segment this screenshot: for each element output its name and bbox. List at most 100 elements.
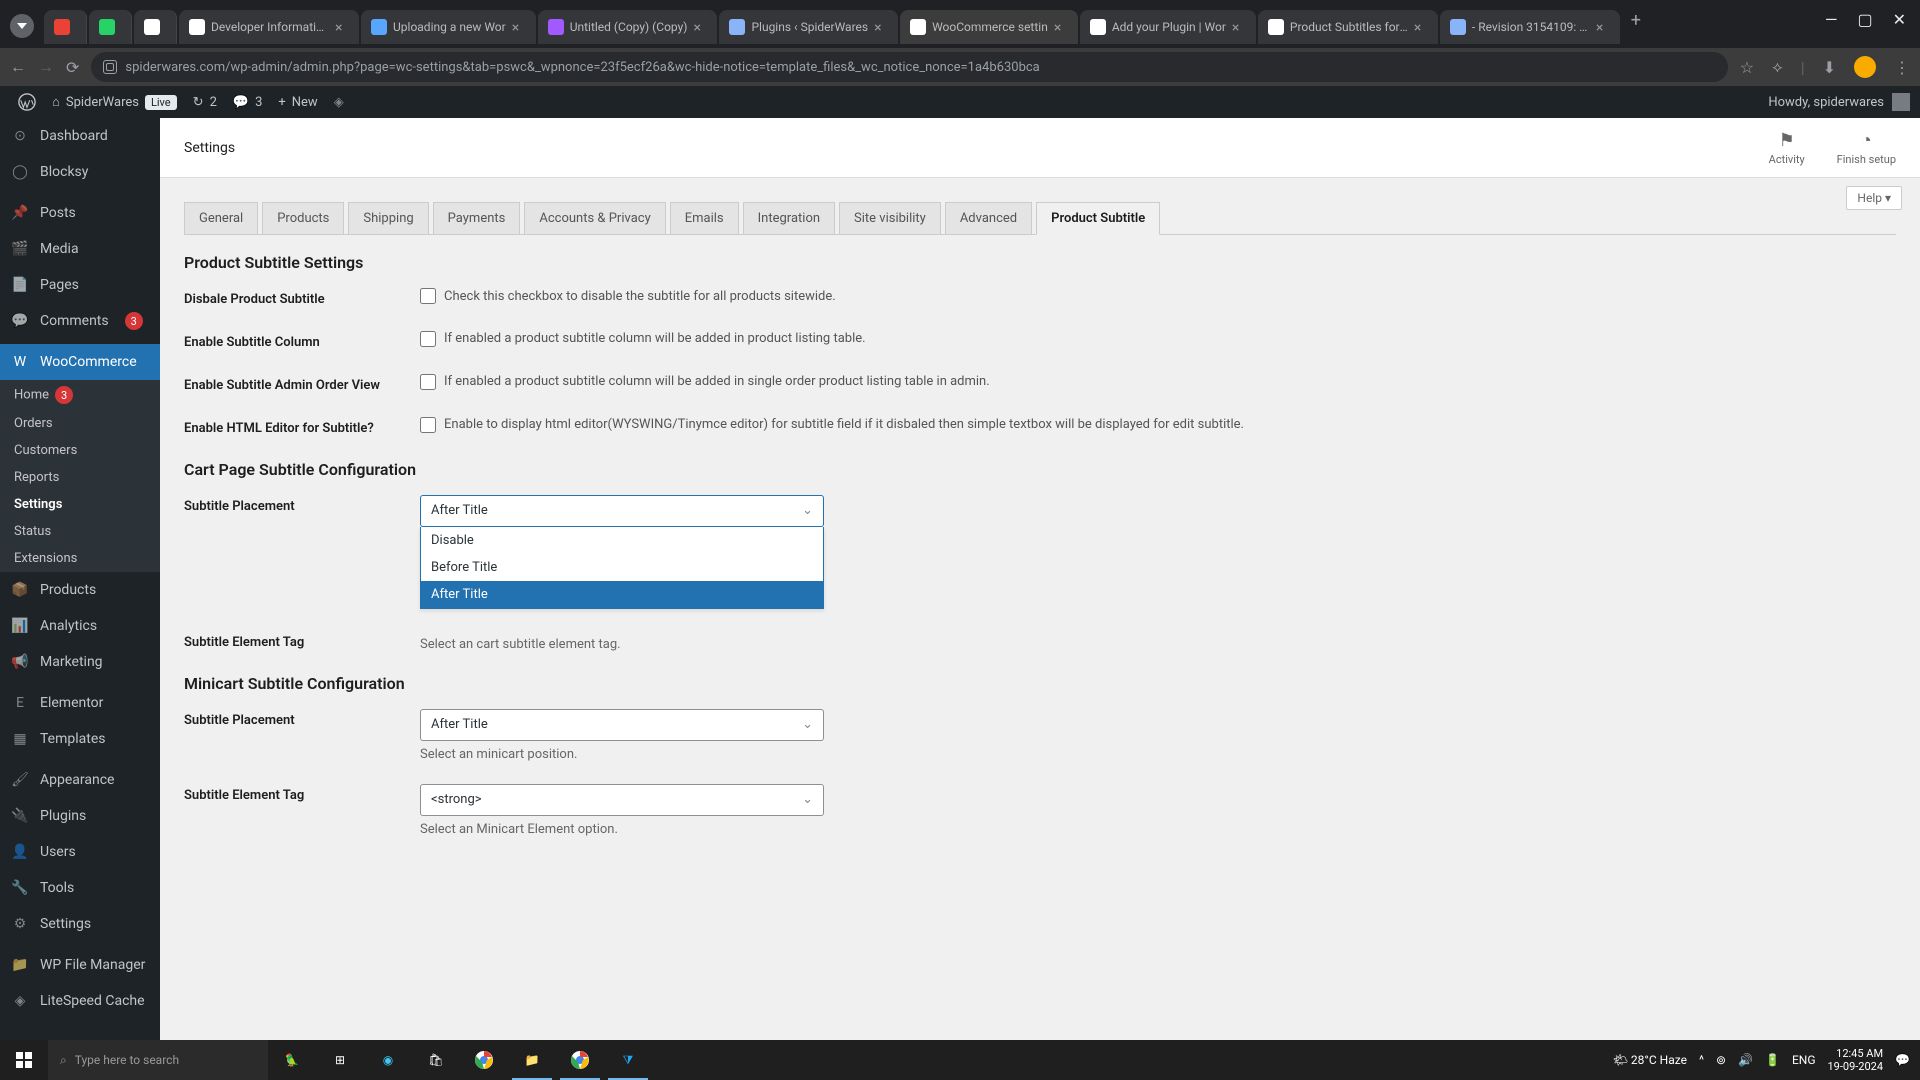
- task-view-icon[interactable]: ⊞: [316, 1040, 364, 1080]
- volume-icon[interactable]: 🔊: [1738, 1053, 1753, 1067]
- new-tab-button[interactable]: +: [1622, 10, 1650, 31]
- url-bar[interactable]: spiderwares.com/wp-admin/admin.php?page=…: [91, 52, 1727, 82]
- sidebar-item-posts[interactable]: 📌Posts: [0, 195, 160, 231]
- sidebar-item-woocommerce[interactable]: WWooCommerce: [0, 344, 160, 380]
- battery-icon[interactable]: 🔋: [1765, 1053, 1780, 1067]
- checkbox-html[interactable]: [420, 417, 436, 433]
- sidebar-item-litespeed-cache[interactable]: ◈LiteSpeed Cache: [0, 983, 160, 1019]
- extensions-icon[interactable]: ⟡: [1772, 57, 1783, 77]
- sidebar-item-analytics[interactable]: 📊Analytics: [0, 608, 160, 644]
- sidebar-item-elementor[interactable]: EElementor: [0, 685, 160, 721]
- tab-product-subtitle[interactable]: Product Subtitle: [1036, 202, 1160, 235]
- checkbox-disable[interactable]: [420, 288, 436, 304]
- tab-close-icon[interactable]: ×: [874, 20, 888, 34]
- tab-emails[interactable]: Emails: [670, 202, 739, 234]
- browser-tab[interactable]: Uploading a new Wor×: [361, 10, 536, 44]
- wp-logo-icon[interactable]: [10, 86, 44, 118]
- reload-button[interactable]: ⟳: [66, 58, 79, 77]
- taskbar-search[interactable]: ⌕ Type here to search: [48, 1040, 268, 1080]
- minimize-icon[interactable]: —: [1825, 10, 1838, 29]
- sidebar-subitem-reports[interactable]: Reports: [0, 464, 160, 491]
- sidebar-item-media[interactable]: 🎬Media: [0, 231, 160, 267]
- cortana-icon[interactable]: 🦜: [268, 1053, 316, 1067]
- browser-tab[interactable]: Add your Plugin | Wor×: [1080, 10, 1256, 44]
- sidebar-item-blocksy[interactable]: ◯Blocksy: [0, 154, 160, 190]
- close-icon[interactable]: ✕: [1893, 10, 1906, 29]
- downloads-icon[interactable]: ⬇: [1823, 58, 1836, 77]
- sidebar-item-wp-file-manager[interactable]: 📁WP File Manager: [0, 947, 160, 983]
- comments-link[interactable]: 💬 3: [225, 86, 271, 118]
- sidebar-item-marketing[interactable]: 📢Marketing: [0, 644, 160, 680]
- vscode-icon[interactable]: ⧩: [604, 1040, 652, 1080]
- clock[interactable]: 12:45 AM 19-09-2024: [1828, 1047, 1884, 1073]
- sidebar-subitem-settings[interactable]: Settings: [0, 491, 160, 518]
- sidebar-subitem-extensions[interactable]: Extensions: [0, 545, 160, 572]
- store-icon[interactable]: 🛍: [412, 1040, 460, 1080]
- howdy-text[interactable]: Howdy, spiderwares: [1768, 95, 1884, 110]
- sidebar-subitem-customers[interactable]: Customers: [0, 437, 160, 464]
- select-mini-tag[interactable]: <strong> ⌄: [420, 784, 824, 816]
- sidebar-item-templates[interactable]: ▦Templates: [0, 721, 160, 757]
- sidebar-item-settings[interactable]: ⚙Settings: [0, 906, 160, 942]
- dropdown-option[interactable]: After Title: [421, 581, 823, 608]
- tray-chevron-icon[interactable]: ^: [1699, 1053, 1704, 1067]
- browser-tab[interactable]: Product Subtitles for V×: [1258, 10, 1438, 44]
- sidebar-item-appearance[interactable]: 🖌Appearance: [0, 762, 160, 798]
- sidebar-subitem-status[interactable]: Status: [0, 518, 160, 545]
- tab-close-icon[interactable]: ×: [512, 20, 526, 34]
- tab-close-icon[interactable]: ×: [1414, 20, 1428, 34]
- browser-tab[interactable]: [44, 10, 87, 44]
- wifi-icon[interactable]: ⊚: [1716, 1053, 1726, 1067]
- sidebar-item-tools[interactable]: 🔧Tools: [0, 870, 160, 906]
- tab-close-icon[interactable]: ×: [1596, 20, 1610, 34]
- site-link[interactable]: ⌂ SpiderWares Live: [44, 86, 185, 118]
- browser-tab[interactable]: Untitled (Copy) (Copy)×: [538, 10, 718, 44]
- sidebar-item-comments[interactable]: 💬Comments3: [0, 303, 160, 339]
- forward-button[interactable]: →: [38, 57, 54, 77]
- avatar[interactable]: [1892, 93, 1910, 111]
- back-button[interactable]: ←: [10, 57, 26, 77]
- select-cart-placement[interactable]: After Title ⌄: [420, 495, 824, 527]
- yoast-icon[interactable]: ◈: [326, 86, 352, 118]
- sidebar-subitem-home[interactable]: Home3: [0, 380, 160, 410]
- profile-icon[interactable]: [10, 14, 34, 38]
- checkbox-adminorder[interactable]: [420, 374, 436, 390]
- tab-close-icon[interactable]: ×: [335, 20, 349, 34]
- tab-close-icon[interactable]: ×: [1054, 20, 1068, 34]
- notifications-icon[interactable]: 💬: [1895, 1053, 1910, 1067]
- edge-icon[interactable]: ◉: [364, 1040, 412, 1080]
- sidebar-item-dashboard[interactable]: ⊙Dashboard: [0, 118, 160, 154]
- bookmark-icon[interactable]: ☆: [1740, 58, 1754, 77]
- browser-menu-icon[interactable]: ⋮: [1894, 58, 1910, 77]
- help-button[interactable]: Help ▾: [1846, 186, 1902, 210]
- tab-accounts-privacy[interactable]: Accounts & Privacy: [524, 202, 665, 234]
- browser-tab[interactable]: Developer Information×: [179, 10, 359, 44]
- checkbox-column[interactable]: [420, 331, 436, 347]
- tab-shipping[interactable]: Shipping: [348, 202, 428, 234]
- dropdown-option[interactable]: Before Title: [421, 554, 823, 581]
- activity-button[interactable]: ⚑ Activity: [1769, 130, 1805, 166]
- explorer-icon[interactable]: 📁: [508, 1040, 556, 1080]
- browser-tab[interactable]: [134, 10, 177, 44]
- tab-close-icon[interactable]: ×: [1232, 20, 1246, 34]
- tab-advanced[interactable]: Advanced: [945, 202, 1032, 234]
- sidebar-item-plugins[interactable]: 🔌Plugins: [0, 798, 160, 834]
- profile-avatar-icon[interactable]: [1854, 56, 1876, 78]
- browser-tab[interactable]: Plugins ‹ SpiderWares×: [719, 10, 898, 44]
- tab-integration[interactable]: Integration: [743, 202, 835, 234]
- dropdown-option[interactable]: Disable: [421, 527, 823, 554]
- sidebar-subitem-orders[interactable]: Orders: [0, 410, 160, 437]
- browser-tab[interactable]: [89, 10, 132, 44]
- finish-setup-button[interactable]: ◔ Finish setup: [1837, 130, 1896, 166]
- tab-site-visibility[interactable]: Site visibility: [839, 202, 941, 234]
- new-link[interactable]: + New: [270, 86, 325, 118]
- start-button[interactable]: [0, 1040, 48, 1080]
- updates-link[interactable]: ↻ 2: [185, 86, 225, 118]
- maximize-icon[interactable]: ▢: [1857, 10, 1872, 29]
- weather-widget[interactable]: 🌤 28°C Haze: [1613, 1053, 1687, 1067]
- tab-payments[interactable]: Payments: [433, 202, 521, 234]
- tab-products[interactable]: Products: [262, 202, 344, 234]
- browser-tab[interactable]: - Revision 3154109: /p×: [1440, 10, 1620, 44]
- site-info-icon[interactable]: [103, 60, 117, 74]
- tab-close-icon[interactable]: ×: [693, 20, 707, 34]
